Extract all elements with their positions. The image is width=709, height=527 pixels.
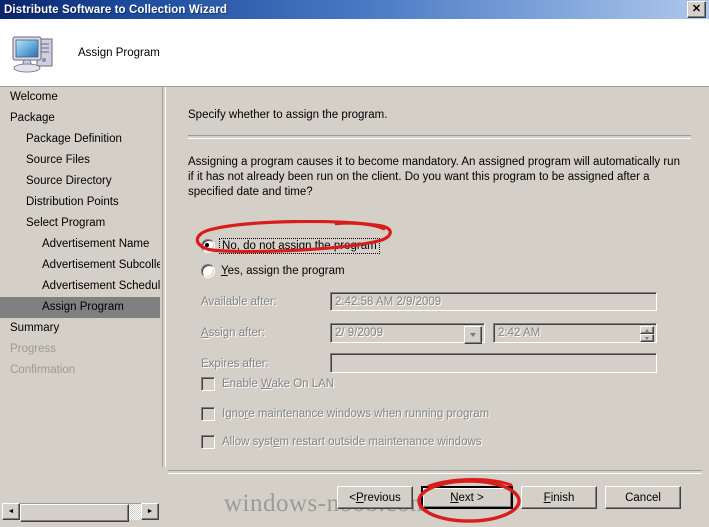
spinner-down-icon xyxy=(640,334,654,342)
sidebar-content-divider xyxy=(162,87,166,467)
scrollbar-thumb[interactable] xyxy=(20,504,129,522)
spinner-up-icon xyxy=(640,326,654,334)
checkbox-wake-on-lan: Enable Wake On LAN xyxy=(201,377,334,391)
assign-after-label-rest: ssign after: xyxy=(208,327,265,339)
available-after-field: 2:42:58 AM 2/9/2009 xyxy=(330,292,657,311)
sidebar-item-source-directory[interactable]: Source Directory xyxy=(0,171,160,192)
content-divider xyxy=(188,135,691,139)
checkbox-wake-on-lan-box xyxy=(201,377,215,391)
cancel-label: Cancel xyxy=(625,491,661,504)
accel-y: Y xyxy=(221,265,228,277)
checkbox-ignore-maintenance: Ignore maintenance windows when running … xyxy=(201,407,489,421)
page-title: Assign Program xyxy=(78,46,160,59)
previous-button[interactable]: < Previous xyxy=(337,486,413,509)
spinner-arrows-icon xyxy=(640,326,654,342)
sidebar-item-advertisement-schedule[interactable]: Advertisement Schedule xyxy=(0,276,160,297)
cancel-button[interactable]: Cancel xyxy=(605,486,681,509)
radio-no-assign-indicator[interactable] xyxy=(201,239,215,253)
cb1-pre: Igno xyxy=(222,408,245,420)
wizard-steps-sidebar: Welcome Package Package Definition Sourc… xyxy=(0,87,160,497)
footer-divider xyxy=(168,470,702,474)
sidebar-item-summary[interactable]: Summary xyxy=(0,318,160,339)
expires-after-field xyxy=(330,353,657,373)
cb2-post: m restart outside maintenance windows xyxy=(279,436,482,448)
close-icon[interactable]: ✕ xyxy=(687,1,706,18)
assign-after-date-combo: 2/ 9/2009 xyxy=(330,323,485,344)
accel-nx: N xyxy=(450,491,459,504)
expires-after-label: Expires after: xyxy=(201,358,269,370)
next-button[interactable]: Next > xyxy=(421,486,513,509)
finish-button[interactable]: Finish xyxy=(521,486,597,509)
checkbox-allow-restart: Allow system restart outside maintenance… xyxy=(201,435,482,449)
checkbox-ignore-maintenance-box xyxy=(201,407,215,421)
available-after-value: 2:42:58 AM 2/9/2009 xyxy=(335,295,442,308)
scrollbar-track[interactable] xyxy=(20,503,141,522)
next-button-inner: Next > xyxy=(423,488,511,507)
radio-yes-assign-label[interactable]: Yes, assign the program xyxy=(221,265,345,277)
chevron-down-icon xyxy=(464,326,482,344)
sidebar-item-distribution-points[interactable]: Distribution Points xyxy=(0,192,160,213)
wizard-header: Assign Program xyxy=(0,19,709,87)
radio-no-assign-label[interactable]: No, do not assign the program xyxy=(219,238,380,254)
previous-post: revious xyxy=(363,491,401,504)
sidebar-item-advertisement-name[interactable]: Advertisement Name xyxy=(0,234,160,255)
accel-f: F xyxy=(543,491,551,504)
available-after-label: Available after: xyxy=(201,296,277,308)
radio-yes-assign-indicator[interactable] xyxy=(201,264,215,278)
radio-no-assign-text: , do not assign the program xyxy=(236,240,377,252)
radio-yes-assign[interactable]: Yes, assign the program xyxy=(201,264,345,278)
cb0-pre: Enable xyxy=(222,378,262,390)
sidebar-item-advertisement-subcollection[interactable]: Advertisement Subcollec xyxy=(0,255,160,276)
cb2-pre: Allow syst xyxy=(222,436,274,448)
wizard-button-bar: < Previous Next > Finish Cancel xyxy=(337,486,689,509)
accel-w: W xyxy=(261,378,272,390)
assign-after-label: Assign after: xyxy=(201,327,265,339)
finish-post: inish xyxy=(550,491,575,504)
sidebar-item-package[interactable]: Package xyxy=(0,108,160,129)
title-bar: Distribute Software to Collection Wizard… xyxy=(0,0,709,19)
window-title: Distribute Software to Collection Wizard xyxy=(4,3,228,16)
cb0-post: ake On LAN xyxy=(271,378,335,390)
sidebar-item-package-definition[interactable]: Package Definition xyxy=(0,129,160,150)
computer-icon xyxy=(10,29,58,77)
accel-p: P xyxy=(355,491,364,504)
sidebar-item-select-program[interactable]: Select Program xyxy=(0,213,160,234)
radio-no-assign[interactable]: No, do not assign the program xyxy=(201,238,380,254)
accel-a: A xyxy=(201,327,209,339)
sidebar-item-welcome[interactable]: Welcome xyxy=(0,87,160,108)
sidebar-item-progress: Progress xyxy=(10,343,57,355)
checkbox-allow-restart-box xyxy=(201,435,215,449)
sidebar-item-assign-program[interactable]: Assign Program xyxy=(0,297,160,318)
checkbox-ignore-maintenance-label: Ignore maintenance windows when running … xyxy=(222,408,489,420)
description-text: Assigning a program causes it to become … xyxy=(188,156,680,198)
instruction-text: Specify whether to assign the program. xyxy=(188,109,388,121)
assign-after-date-value: 2/ 9/2009 xyxy=(335,327,383,339)
sidebar-horizontal-scrollbar[interactable]: ◄ ► xyxy=(2,503,159,522)
content-panel: Specify whether to assign the program. A… xyxy=(168,87,709,472)
cb1-post: e maintenance windows when running progr… xyxy=(248,408,490,420)
previous-pre: < xyxy=(349,491,356,504)
checkbox-allow-restart-label: Allow system restart outside maintenance… xyxy=(222,436,482,448)
next-post: ext > xyxy=(458,491,484,504)
sidebar-item-source-files[interactable]: Source Files xyxy=(0,150,160,171)
checkbox-wake-on-lan-label: Enable Wake On LAN xyxy=(222,378,334,390)
wizard-window: Distribute Software to Collection Wizard… xyxy=(0,0,709,527)
radio-yes-assign-text: es, assign the program xyxy=(227,265,345,277)
assign-after-time-spinner: 2:42 AM xyxy=(493,323,657,343)
scroll-right-icon[interactable]: ► xyxy=(141,503,159,520)
assign-after-time-value: 2:42 AM xyxy=(498,327,541,339)
sidebar-item-confirmation: Confirmation xyxy=(10,364,76,376)
scroll-left-icon[interactable]: ◄ xyxy=(2,503,20,520)
